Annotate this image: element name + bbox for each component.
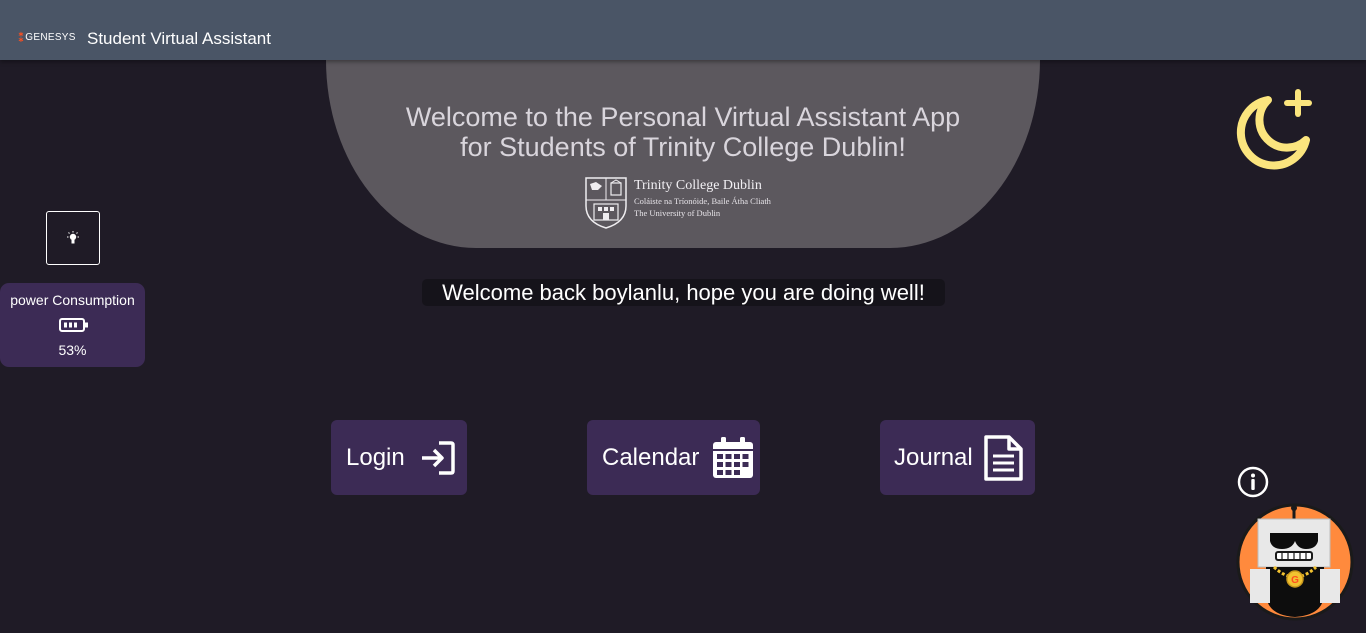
calendar-icon (713, 436, 754, 478)
info-icon (1237, 466, 1269, 498)
welcome-back-message: Welcome back boylanlu, hope you are doin… (422, 279, 945, 306)
theme-toggle-button[interactable] (1228, 88, 1314, 174)
hero-title-line-1: Welcome to the Personal Virtual Assistan… (405, 102, 961, 132)
journal-button[interactable]: Journal (880, 420, 1035, 495)
power-consumption-card: power Consumption 53% (0, 283, 145, 367)
power-consumption-value: 53% (58, 342, 87, 358)
genesys-logo-text: GENESYS (25, 32, 76, 43)
assistant-avatar-button[interactable]: G (1236, 503, 1354, 621)
tcd-subtitle-english: The University of Dublin (634, 208, 721, 218)
lightbulb-icon (67, 231, 79, 244)
hero-title-line-2: for Students of Trinity College Dublin! (460, 132, 906, 162)
genesys-logo: ⁑ GENESYS (18, 32, 76, 44)
calendar-button[interactable]: Calendar (587, 420, 760, 495)
hero-banner: Welcome to the Personal Virtual Assistan… (326, 60, 1040, 248)
info-button[interactable] (1237, 466, 1269, 498)
app-title: Student Virtual Assistant (87, 29, 271, 48)
tcd-logo-text: Trinity College Dublin Coláiste na Tríon… (634, 178, 771, 218)
moon-plus-icon (1236, 89, 1312, 170)
top-bar: ⁑ GENESYS Student Virtual Assistant (0, 0, 1366, 60)
genesys-logo-mark: ⁑ (18, 31, 25, 45)
calendar-button-label: Calendar (602, 443, 700, 471)
login-icon (421, 440, 455, 475)
battery-icon (59, 318, 88, 332)
login-button-label: Login (346, 443, 405, 471)
tcd-name: Trinity College Dublin (634, 178, 762, 193)
power-consumption-title: power Consumption (10, 292, 135, 308)
document-icon (983, 434, 1023, 481)
tcd-crest-icon (585, 177, 627, 229)
journal-button-label: Journal (894, 443, 973, 471)
robot-avatar-icon: G (1236, 503, 1354, 621)
login-button[interactable]: Login (331, 420, 467, 495)
light-button[interactable] (46, 211, 100, 265)
svg-text:G: G (1291, 575, 1299, 586)
tcd-subtitle-irish: Coláiste na Tríonóide, Baile Átha Cliath (634, 196, 771, 206)
tcd-logo: Trinity College Dublin Coláiste na Tríon… (584, 176, 784, 232)
